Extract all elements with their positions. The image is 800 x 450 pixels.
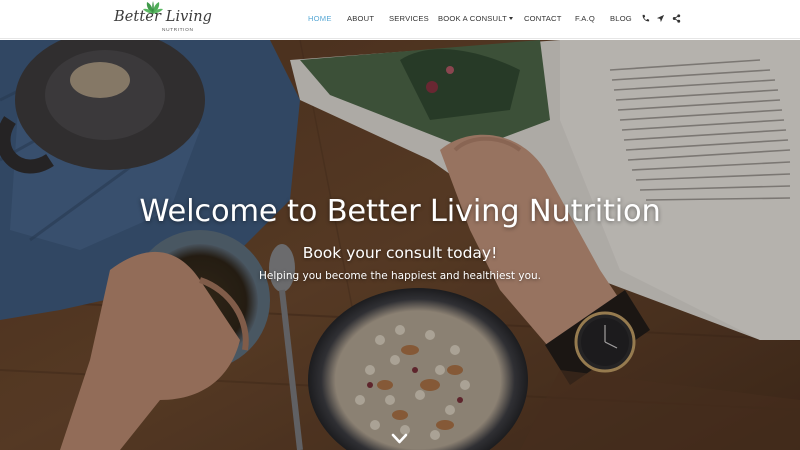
share-icon[interactable] <box>672 14 681 23</box>
hero-section: Welcome to Better Living Nutrition Book … <box>0 40 800 450</box>
main-nav: HOME ABOUT SERVICES BOOK A CONSULT CONTA… <box>0 0 800 39</box>
caret-down-icon <box>508 17 513 20</box>
nav-faq[interactable]: F.A.Q <box>575 14 595 23</box>
nav-contact[interactable]: CONTACT <box>524 14 562 23</box>
chevron-down-icon[interactable] <box>391 433 408 445</box>
hero-tagline: Helping you become the happiest and heal… <box>258 270 542 282</box>
nav-services[interactable]: SERVICES <box>389 14 429 23</box>
hero-title: Welcome to Better Living Nutrition <box>139 194 661 229</box>
nav-book-label: BOOK A CONSULT <box>438 14 507 23</box>
nav-about[interactable]: ABOUT <box>347 14 374 23</box>
hero-subtitle: Book your consult today! <box>302 244 498 262</box>
nav-blog[interactable]: BLOG <box>610 14 632 23</box>
location-arrow-icon[interactable] <box>656 14 665 23</box>
nav-home[interactable]: HOME <box>308 14 332 23</box>
top-navbar: Better Living NUTRITION HOME ABOUT SERVI… <box>0 0 800 39</box>
nav-book-a-consult[interactable]: BOOK A CONSULT <box>438 14 513 23</box>
phone-icon[interactable] <box>641 14 650 23</box>
